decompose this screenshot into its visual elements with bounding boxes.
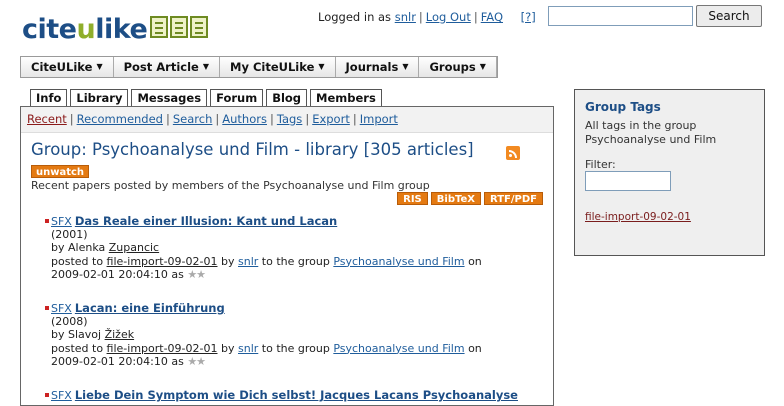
group-link[interactable]: Psychoanalyse und Film <box>333 255 464 268</box>
bullet-icon <box>45 393 49 397</box>
subnav-recent[interactable]: Recent <box>27 112 67 126</box>
rating-stars-icon: ★★ <box>187 354 206 368</box>
logo-text-u: u <box>76 13 96 45</box>
menu-my-citeulike[interactable]: My CiteULike ▼ <box>220 57 336 77</box>
citeulike-logo[interactable]: cite ulike <box>22 10 210 48</box>
tab-messages[interactable]: Messages <box>131 89 208 107</box>
sfx-link[interactable]: SFX <box>51 215 72 228</box>
article-item: SFX Liebe Dein Symptom wie Dich selbst! J… <box>45 388 518 402</box>
faq-link[interactable]: FAQ <box>481 10 503 24</box>
article-title-link[interactable]: Lacan: eine Einführung <box>75 301 225 315</box>
unwatch-button[interactable]: unwatch <box>31 165 90 178</box>
tag-link[interactable]: file-import-09-02-01 <box>585 211 691 223</box>
logo-text-like: like <box>95 13 148 45</box>
author-link[interactable]: Zupancic <box>109 241 159 254</box>
tag-link[interactable]: file-import-09-02-01 <box>107 255 218 268</box>
main-menu: CiteULike ▼ Post Article ▼ My CiteULike ▼ J… <box>20 56 498 78</box>
post-date: 2009-02-01 20:04:10 <box>51 354 168 368</box>
user-link[interactable]: snlr <box>238 342 258 355</box>
export-ris-button[interactable]: RIS <box>397 192 428 205</box>
library-panel: Recent | Recommended | Search | Authors | Tags | E… <box>20 106 554 406</box>
subnav-export[interactable]: Export <box>312 112 350 126</box>
library-subnav: Recent | Recommended | Search | Authors | Tags | E… <box>21 107 553 133</box>
caret-down-icon: ▼ <box>202 62 209 71</box>
tag-filter-input[interactable] <box>585 171 671 191</box>
article-year: (2008) <box>51 315 88 329</box>
author-first-name: Slavoj <box>68 328 102 342</box>
author-link[interactable]: Žižek <box>105 328 135 341</box>
article-title-link[interactable]: Das Reale einer Illusion: Kant und Lacan <box>75 214 337 228</box>
account-bar: Logged in as snlr | Log Out | FAQ [?] <box>318 10 536 24</box>
logout-link[interactable]: Log Out <box>426 10 471 24</box>
sidebar-title: Group Tags <box>585 100 661 114</box>
tab-blog[interactable]: Blog <box>266 89 308 107</box>
logo-text-cite: cite <box>22 13 77 45</box>
search-button[interactable]: Search <box>696 5 762 27</box>
export-rtf-pdf-button[interactable]: RTF/PDF <box>483 192 543 205</box>
menu-post-article[interactable]: Post Article ▼ <box>114 57 220 77</box>
group-tabs: Info Library Messages Forum Blog Members <box>30 89 385 107</box>
sidebar-subtitle: All tags in the group Psychoanalyse und … <box>585 119 717 146</box>
subnav-authors[interactable]: Authors <box>222 112 267 126</box>
logged-in-label: Logged in as <box>318 10 392 24</box>
filter-label: Filter: <box>585 158 616 171</box>
group-link[interactable]: Psychoanalyse und Film <box>333 342 464 355</box>
article-title-link[interactable]: Liebe Dein Symptom wie Dich selbst! Jacq… <box>75 388 518 402</box>
tab-library[interactable]: Library <box>70 89 129 107</box>
article-item: SFX Das Reale einer Illusion: Kant und La… <box>45 214 482 281</box>
group-description: Recent papers posted by members of the P… <box>31 179 430 192</box>
caret-down-icon: ▼ <box>318 62 325 71</box>
books-logo-icon <box>150 16 210 38</box>
subnav-import[interactable]: Import <box>360 112 398 126</box>
group-tags-sidebar: Group Tags All tags in the group Psychoa… <box>574 89 765 256</box>
rss-feed-icon[interactable] <box>506 146 520 160</box>
article-item: SFX Lacan: eine Einführung (2008) by Slav… <box>45 301 482 368</box>
sfx-link[interactable]: SFX <box>51 389 72 402</box>
tab-forum[interactable]: Forum <box>210 89 264 107</box>
article-year: (2001) <box>51 228 88 242</box>
tab-members[interactable]: Members <box>310 89 382 107</box>
user-link[interactable]: snlr <box>238 255 258 268</box>
page-title: Group: Psychoanalyse und Film - library … <box>31 140 474 159</box>
caret-down-icon: ▼ <box>402 62 409 71</box>
help-link[interactable]: [?] <box>521 10 536 24</box>
menu-citeulike[interactable]: CiteULike ▼ <box>21 57 114 77</box>
author-first-name: Alenka <box>68 241 106 255</box>
tag-link[interactable]: file-import-09-02-01 <box>107 342 218 355</box>
tab-info[interactable]: Info <box>30 89 68 107</box>
bullet-icon <box>45 306 49 310</box>
search-input[interactable] <box>548 6 693 26</box>
menu-journals[interactable]: Journals ▼ <box>336 57 420 77</box>
subnav-recommended[interactable]: Recommended <box>77 112 163 126</box>
bullet-icon <box>45 219 49 223</box>
username-link[interactable]: snlr <box>395 10 416 24</box>
rating-stars-icon: ★★ <box>187 267 206 281</box>
sfx-link[interactable]: SFX <box>51 302 72 315</box>
caret-down-icon: ▼ <box>479 62 486 71</box>
export-buttons: RIS BibTeX RTF/PDF <box>394 192 543 205</box>
caret-down-icon: ▼ <box>96 62 103 71</box>
menu-groups[interactable]: Groups ▼ <box>419 57 497 77</box>
subnav-search[interactable]: Search <box>173 112 213 126</box>
subnav-tags[interactable]: Tags <box>277 112 302 126</box>
post-date: 2009-02-01 20:04:10 <box>51 267 168 281</box>
export-bibtex-button[interactable]: BibTeX <box>430 192 481 205</box>
